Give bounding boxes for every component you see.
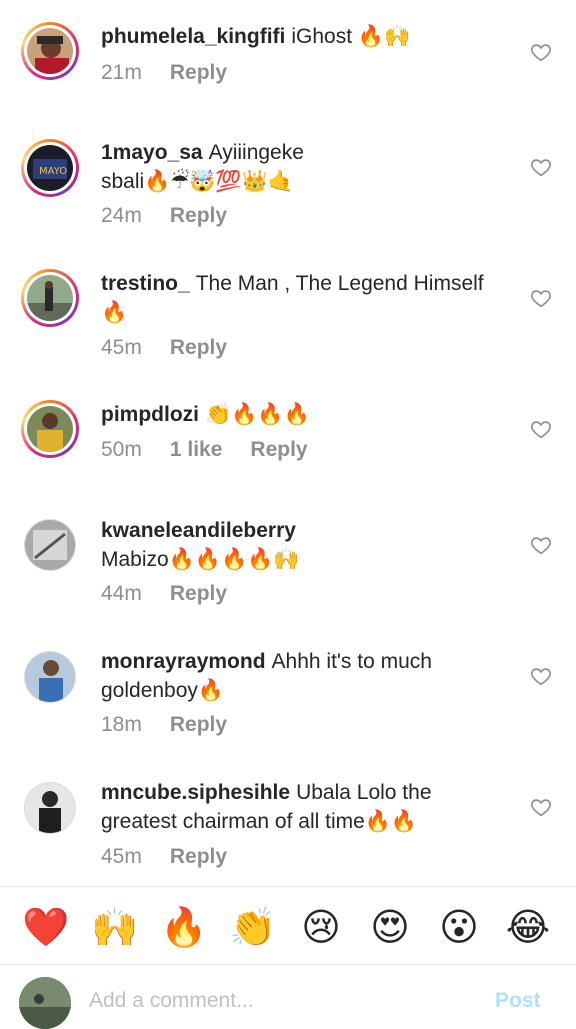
crying-face-emoji-icon[interactable]: 😢 xyxy=(297,904,345,952)
comment-text: Mabizo🔥🔥🔥🔥🙌 xyxy=(101,548,300,571)
comment-username[interactable]: monrayraymond xyxy=(101,650,266,673)
avatar[interactable] xyxy=(24,782,76,834)
divider xyxy=(0,886,576,887)
reply-button[interactable]: Reply xyxy=(170,845,227,869)
comment-text: 👏🔥🔥🔥 xyxy=(205,403,310,426)
fire-emoji-icon[interactable]: 🔥 xyxy=(160,904,208,952)
current-user-avatar xyxy=(19,977,71,1029)
laughing-tears-emoji-icon[interactable]: 😂 xyxy=(504,904,552,952)
comment-timestamp: 18m xyxy=(101,713,142,736)
comment-username[interactable]: trestino_ xyxy=(101,272,190,295)
comment-username[interactable]: pimpdlozi xyxy=(101,403,199,426)
avatar[interactable] xyxy=(24,519,76,571)
post-button[interactable]: Post xyxy=(495,989,541,1013)
comment-composer: Post xyxy=(0,965,576,1029)
like-heart-icon[interactable] xyxy=(530,41,552,63)
svg-text:MAYO: MAYO xyxy=(39,166,67,177)
comment-text: iGhost 🔥🙌 xyxy=(291,25,411,48)
raising-hands-emoji-icon[interactable]: 🙌 xyxy=(91,904,139,952)
reply-button[interactable]: Reply xyxy=(170,336,227,360)
reply-button[interactable]: Reply xyxy=(170,204,227,228)
comment-username[interactable]: phumelela_kingfifi xyxy=(101,25,285,48)
comment-username[interactable]: 1mayo_sa xyxy=(101,141,203,164)
like-heart-icon[interactable] xyxy=(530,287,552,309)
comment-timestamp: 44m xyxy=(101,582,142,605)
avatar[interactable] xyxy=(21,269,79,327)
avatar[interactable] xyxy=(24,651,76,703)
surprised-face-emoji-icon[interactable]: 😮 xyxy=(435,904,483,952)
like-heart-icon[interactable] xyxy=(530,534,552,556)
avatar[interactable] xyxy=(21,400,79,458)
comment-timestamp: 45m xyxy=(101,336,142,359)
comment-timestamp: 45m xyxy=(101,845,142,868)
add-comment-input[interactable] xyxy=(89,989,469,1013)
avatar[interactable]: MAYO xyxy=(21,139,79,197)
like-heart-icon[interactable] xyxy=(530,418,552,440)
like-heart-icon[interactable] xyxy=(530,665,552,687)
like-heart-icon[interactable] xyxy=(530,796,552,818)
comment-username[interactable]: kwaneleandileberry xyxy=(101,519,296,542)
heart-eyes-emoji-icon[interactable]: 😍 xyxy=(366,904,414,952)
comment-timestamp: 50m xyxy=(101,438,142,461)
reply-button[interactable]: Reply xyxy=(170,582,227,606)
like-count[interactable]: 1 like xyxy=(170,438,223,462)
comment-timestamp: 21m xyxy=(101,61,142,84)
like-heart-icon[interactable] xyxy=(530,156,552,178)
reply-button[interactable]: Reply xyxy=(170,713,227,737)
heart-emoji-icon[interactable]: ❤️ xyxy=(22,904,70,952)
quick-reaction-bar: ❤️ 🙌 🔥 👏 😢 😍 😮 😂 xyxy=(0,888,576,966)
reply-button[interactable]: Reply xyxy=(250,438,307,462)
reply-button[interactable]: Reply xyxy=(170,61,227,85)
comment-timestamp: 24m xyxy=(101,204,142,227)
comment-username[interactable]: mncube.siphesihle xyxy=(101,781,290,804)
avatar[interactable] xyxy=(21,22,79,80)
clapping-hands-emoji-icon[interactable]: 👏 xyxy=(229,904,277,952)
